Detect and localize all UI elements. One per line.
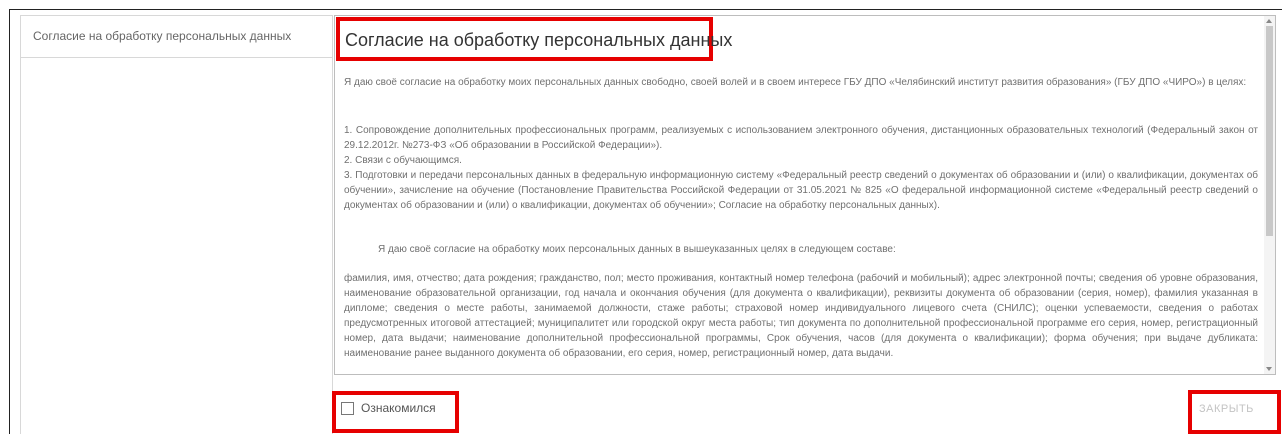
close-button[interactable]: ЗАКРЫТЬ — [1199, 403, 1254, 415]
sidebar-item-consent[interactable]: Согласие на обработку персональных данны… — [21, 15, 332, 58]
document-item-1: 1. Сопровождение дополнительных професси… — [344, 125, 1258, 151]
document-scroll-area[interactable]: Согласие на обработку персональных данны… — [335, 16, 1265, 374]
document-consent-line: Я даю своё согласие на обработку моих пе… — [378, 244, 896, 255]
document-title: Согласие на обработку персональных данны… — [345, 30, 733, 50]
scroll-down-icon[interactable] — [1266, 367, 1272, 371]
acknowledge-label[interactable]: Ознакомился — [361, 401, 436, 415]
sidebar-item-label: Согласие на обработку персональных данны… — [33, 29, 292, 43]
document-item-2: 2. Связи с обучающимся. — [344, 155, 462, 166]
scroll-thumb[interactable] — [1266, 26, 1273, 236]
document-data-list: фамилия, имя, отчество; дата рождения; г… — [344, 273, 1258, 359]
document-viewer[interactable]: Согласие на обработку персональных данны… — [334, 15, 1276, 375]
vertical-scrollbar[interactable] — [1264, 16, 1275, 374]
acknowledge-checkbox[interactable] — [341, 402, 354, 415]
frame-top-border — [9, 9, 1282, 10]
frame-left-border — [9, 9, 10, 434]
sidebar: Согласие на обработку персональных данны… — [20, 15, 333, 434]
document-intro: Я даю своё согласие на обработку моих пе… — [344, 77, 1247, 88]
document-item-3: 3. Подготовки и передачи персональных да… — [344, 170, 1258, 211]
scroll-up-icon[interactable] — [1266, 19, 1272, 23]
